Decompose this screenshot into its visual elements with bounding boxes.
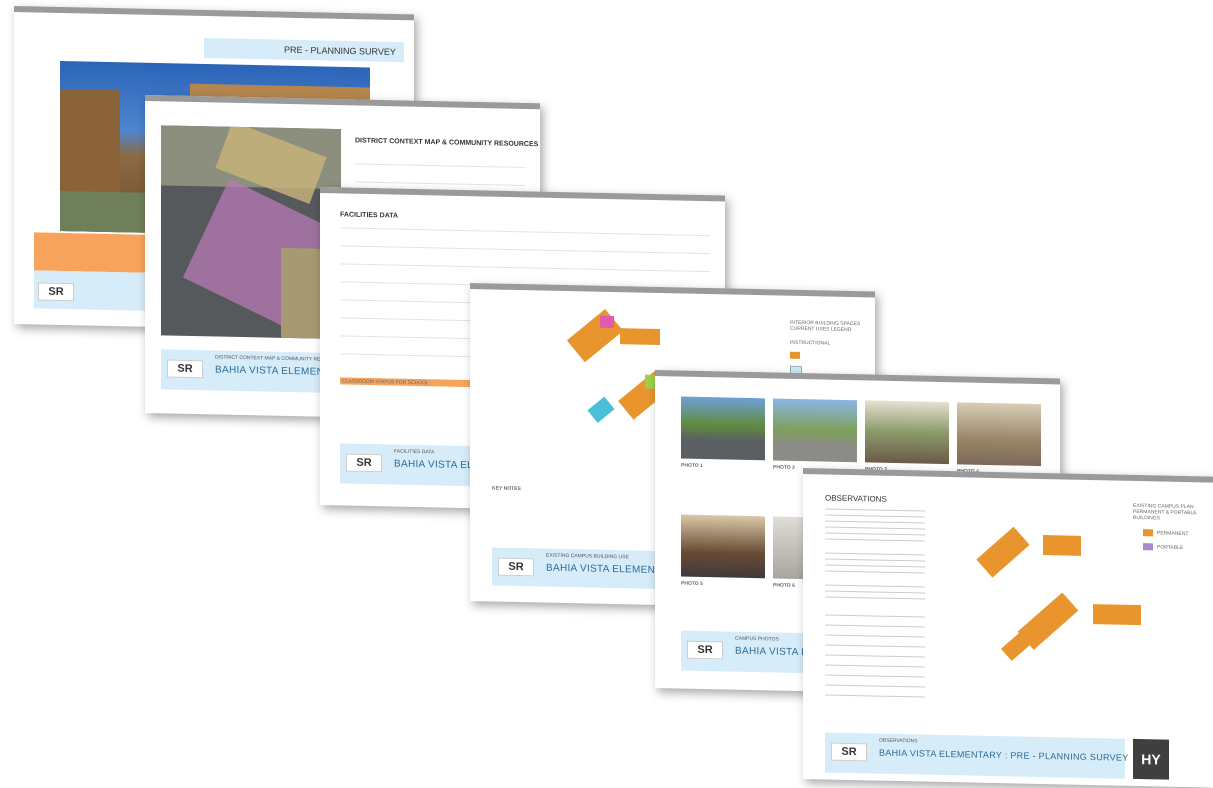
footer-label: CAMPUS PHOTOS: [735, 635, 779, 643]
text-line: [825, 674, 925, 678]
text-line: [825, 596, 925, 600]
text-line: [825, 584, 925, 588]
sr-logo: SR: [687, 640, 723, 660]
row-divider: [340, 263, 710, 273]
text-line: [825, 526, 925, 530]
text-line: [825, 684, 925, 688]
sheet-observations: OBSERVATIONS EXISTING CAMPUS PLAN PERMAN…: [803, 468, 1213, 788]
sheet-title: OBSERVATIONS: [825, 493, 887, 504]
building-block: [1043, 535, 1081, 556]
sheet-title: DISTRICT CONTEXT MAP & COMMUNITY RESOURC…: [355, 137, 539, 149]
text-line: [825, 558, 925, 562]
row-divider: [355, 181, 525, 186]
row-divider: [340, 227, 710, 237]
legend-swatch: [790, 351, 800, 359]
photo-caption: PHOTO 1: [681, 462, 703, 470]
sheet-header: PRE - PLANNING SURVEY: [284, 44, 396, 57]
row-divider: [340, 245, 710, 255]
building-block: [620, 328, 660, 345]
legend-swatch-permanent: [1143, 529, 1153, 537]
text-line: [825, 590, 925, 594]
aerial-map: [161, 125, 341, 340]
text-line: [825, 624, 925, 628]
footer-label: FACILITIES DATA: [394, 448, 435, 456]
section-bar-label: CLASSROOM STATUS FOR SCHOOL: [342, 378, 429, 387]
text-line: [825, 570, 925, 574]
text-line: [825, 552, 925, 556]
campus-photo: [773, 398, 857, 463]
sr-logo: SR: [38, 282, 74, 302]
legend-swatch-portable: [1143, 543, 1153, 551]
sr-logo: SR: [167, 359, 203, 379]
text-line: [825, 508, 925, 512]
building-block: [600, 315, 614, 329]
text-line: [825, 564, 925, 568]
text-line: [825, 634, 925, 638]
campus-photo: [681, 514, 765, 579]
campus-photo: [957, 402, 1041, 467]
building-block: [1093, 604, 1141, 626]
text-line: [825, 694, 925, 698]
building-block: [566, 309, 624, 363]
campus-photo: [865, 400, 949, 465]
text-line: [825, 532, 925, 536]
building-block: [976, 526, 1030, 578]
key-notes-label: KEY NOTES: [492, 485, 521, 493]
row-divider: [355, 163, 525, 168]
text-line: [825, 538, 925, 542]
text-line: [825, 654, 925, 658]
hy-badge: HY: [1133, 738, 1169, 780]
legend-title: EXISTING CAMPUS PLAN PERMANENT & PORTABL…: [1133, 502, 1197, 522]
footer-label: OBSERVATIONS: [879, 737, 918, 745]
photo-caption: PHOTO 5: [681, 580, 703, 588]
text-line: [825, 520, 925, 524]
sr-logo: SR: [498, 557, 534, 577]
text-line: [825, 644, 925, 648]
text-line: [825, 664, 925, 668]
text-line: [825, 514, 925, 518]
sr-logo: SR: [346, 453, 382, 473]
legend-title: INTERIOR BUILDING SPACES CURRENT USES LE…: [790, 319, 861, 333]
legend-subtitle: INSTRUCTIONAL: [790, 339, 831, 347]
campus-photo: [681, 396, 765, 461]
photo-caption: PHOTO 2: [773, 464, 795, 471]
sr-logo: SR: [831, 742, 867, 762]
legend-label-portable: PORTABLE: [1157, 544, 1184, 551]
text-line: [825, 614, 925, 618]
legend-label-permanent: PERMANENT: [1157, 530, 1189, 538]
sheet-title: FACILITIES DATA: [340, 211, 399, 220]
building-block: [587, 396, 615, 423]
photo-caption: PHOTO 6: [773, 582, 795, 589]
